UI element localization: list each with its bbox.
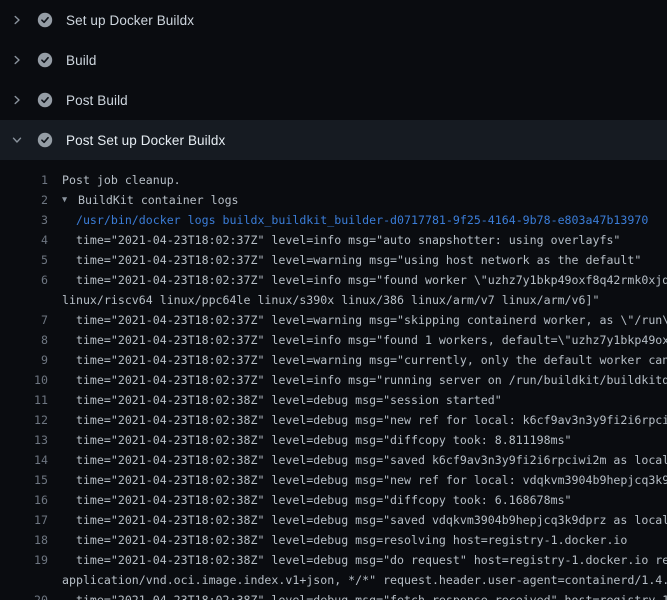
log-line-number[interactable]: 18	[0, 533, 48, 547]
log-line-number[interactable]: 14	[0, 453, 48, 467]
log-line-number[interactable]: 16	[0, 493, 48, 507]
log-line-number[interactable]: 15	[0, 473, 48, 487]
log-row: linux/riscv64 linux/ppc64le linux/s390x …	[0, 290, 667, 310]
log-line-text: /usr/bin/docker logs buildx_buildkit_bui…	[62, 213, 648, 227]
check-circle-icon	[37, 52, 53, 68]
log-row: 8 time="2021-04-23T18:02:37Z" level=info…	[0, 330, 667, 350]
log-row: 13 time="2021-04-23T18:02:38Z" level=deb…	[0, 430, 667, 450]
chevron-right-icon	[9, 52, 25, 68]
log-row: 2 ▼BuildKit container logs	[0, 190, 667, 210]
log-row: 17 time="2021-04-23T18:02:38Z" level=deb…	[0, 510, 667, 530]
log-row: 11 time="2021-04-23T18:02:38Z" level=deb…	[0, 390, 667, 410]
step-label: Build	[66, 53, 97, 68]
check-circle-icon	[37, 12, 53, 28]
step-row-set-up-docker-buildx[interactable]: Set up Docker Buildx	[0, 0, 667, 40]
log-line-text: time="2021-04-23T18:02:38Z" level=debug …	[62, 453, 667, 467]
log-line-text: time="2021-04-23T18:02:38Z" level=debug …	[62, 433, 572, 447]
step-label: Post Set up Docker Buildx	[66, 133, 225, 148]
chevron-right-icon	[9, 12, 25, 28]
log-line-text: time="2021-04-23T18:02:37Z" level=warnin…	[62, 253, 641, 267]
log-row: 12 time="2021-04-23T18:02:38Z" level=deb…	[0, 410, 667, 430]
log-row: 6 time="2021-04-23T18:02:37Z" level=info…	[0, 270, 667, 290]
log-row: 10 time="2021-04-23T18:02:37Z" level=inf…	[0, 370, 667, 390]
log-line-text: time="2021-04-23T18:02:38Z" level=debug …	[62, 513, 667, 527]
log-line-number[interactable]: 10	[0, 373, 48, 387]
log-line-number[interactable]: 4	[0, 233, 48, 247]
chevron-down-icon	[9, 132, 25, 148]
check-circle-icon	[37, 92, 53, 108]
log-line-text: time="2021-04-23T18:02:37Z" level=info m…	[62, 333, 667, 347]
log-line-text: time="2021-04-23T18:02:38Z" level=debug …	[62, 493, 572, 507]
log-line-text: linux/riscv64 linux/ppc64le linux/s390x …	[62, 293, 599, 307]
log-line-text: time="2021-04-23T18:02:37Z" level=warnin…	[62, 313, 667, 327]
log-line-number[interactable]: 17	[0, 513, 48, 527]
log-line-number[interactable]: 3	[0, 213, 48, 227]
chevron-right-icon	[9, 92, 25, 108]
step-label: Post Build	[66, 93, 128, 108]
log-line-number[interactable]: 2	[0, 193, 48, 207]
log-line-number[interactable]: 9	[0, 353, 48, 367]
log-line-text: time="2021-04-23T18:02:38Z" level=debug …	[62, 533, 627, 547]
step-row-build[interactable]: Build	[0, 40, 667, 80]
log-row: 9 time="2021-04-23T18:02:37Z" level=warn…	[0, 350, 667, 370]
log-row: 7 time="2021-04-23T18:02:37Z" level=warn…	[0, 310, 667, 330]
expander-triangle-icon[interactable]: ▼	[62, 195, 78, 205]
log-row: 18 time="2021-04-23T18:02:38Z" level=deb…	[0, 530, 667, 550]
steps-list: Set up Docker Buildx Build P	[0, 0, 667, 160]
log-line-text: Post job cleanup.	[62, 173, 181, 187]
log-line-number[interactable]: 19	[0, 553, 48, 567]
log-row: application/vnd.oci.image.index.v1+json,…	[0, 570, 667, 590]
step-row-post-set-up-docker-buildx[interactable]: Post Set up Docker Buildx	[0, 120, 667, 160]
check-circle-icon	[37, 132, 53, 148]
log-line-number[interactable]: 7	[0, 313, 48, 327]
log-line-text: time="2021-04-23T18:02:38Z" level=debug …	[62, 593, 667, 600]
log-line-text: time="2021-04-23T18:02:37Z" level=info m…	[62, 373, 667, 387]
log-line-text: time="2021-04-23T18:02:37Z" level=info m…	[62, 233, 620, 247]
log-line-text: time="2021-04-23T18:02:38Z" level=debug …	[62, 413, 667, 427]
log-area: 1 Post job cleanup. 2 ▼BuildKit containe…	[0, 160, 667, 600]
log-row: 14 time="2021-04-23T18:02:38Z" level=deb…	[0, 450, 667, 470]
step-row-post-build[interactable]: Post Build	[0, 80, 667, 120]
log-row: 16 time="2021-04-23T18:02:38Z" level=deb…	[0, 490, 667, 510]
log-line-number[interactable]: 5	[0, 253, 48, 267]
log-line-text: application/vnd.oci.image.index.v1+json,…	[62, 573, 667, 587]
log-line-text: time="2021-04-23T18:02:38Z" level=debug …	[62, 473, 667, 487]
log-row: 1 Post job cleanup.	[0, 170, 667, 190]
log-line-number[interactable]: 6	[0, 273, 48, 287]
log-line-text: time="2021-04-23T18:02:38Z" level=debug …	[62, 553, 667, 567]
log-line-number[interactable]: 1	[0, 173, 48, 187]
log-line-number[interactable]: 12	[0, 413, 48, 427]
log-line-text: time="2021-04-23T18:02:37Z" level=warnin…	[62, 353, 667, 367]
step-label: Set up Docker Buildx	[66, 13, 194, 28]
log-row: 3 /usr/bin/docker logs buildx_buildkit_b…	[0, 210, 667, 230]
log-line-number[interactable]: 11	[0, 393, 48, 407]
log-line-number[interactable]: 8	[0, 333, 48, 347]
log-row: 5 time="2021-04-23T18:02:37Z" level=warn…	[0, 250, 667, 270]
log-row: 15 time="2021-04-23T18:02:38Z" level=deb…	[0, 470, 667, 490]
log-line-text: ▼BuildKit container logs	[62, 193, 239, 207]
log-line-text: time="2021-04-23T18:02:38Z" level=debug …	[62, 393, 502, 407]
log-row: 19 time="2021-04-23T18:02:38Z" level=deb…	[0, 550, 667, 570]
log-line-number[interactable]: 13	[0, 433, 48, 447]
log-row: 4 time="2021-04-23T18:02:37Z" level=info…	[0, 230, 667, 250]
log-line-number[interactable]: 20	[0, 593, 48, 600]
log-row: 20 time="2021-04-23T18:02:38Z" level=deb…	[0, 590, 667, 600]
log-line-text: time="2021-04-23T18:02:37Z" level=info m…	[62, 273, 667, 287]
